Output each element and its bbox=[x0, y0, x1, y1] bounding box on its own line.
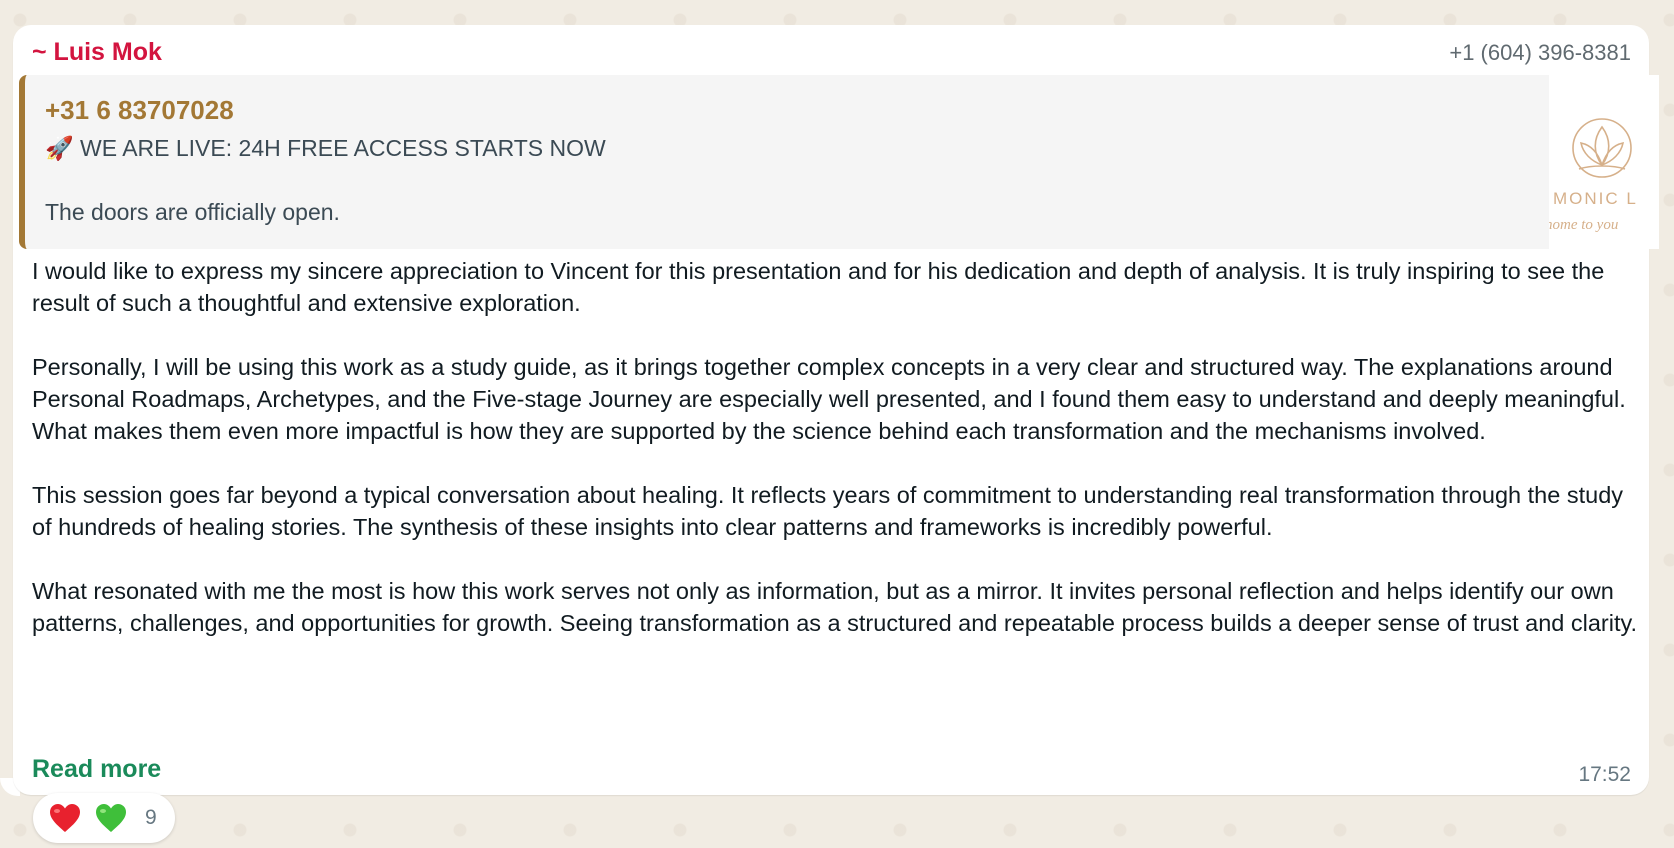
thumb-brand-text: MONIC L bbox=[1553, 189, 1638, 208]
message-paragraph: Personally, I will be using this work as… bbox=[32, 354, 1626, 444]
sender-phone: +1 (604) 396-8381 bbox=[1449, 40, 1631, 65]
quoted-text-line2: The doors are officially open. bbox=[45, 199, 340, 225]
reactions-pill[interactable]: 9 bbox=[33, 793, 175, 843]
message-text: I would like to express my sincere appre… bbox=[32, 255, 1642, 671]
lotus-logo-icon: MONIC L home to you bbox=[1549, 118, 1638, 233]
reaction-count: 9 bbox=[145, 806, 157, 829]
quoted-message[interactable]: +31 6 83707028 🚀 WE ARE LIVE: 24H FREE A… bbox=[19, 75, 1549, 249]
quoted-text-line1: 🚀 WE ARE LIVE: 24H FREE ACCESS STARTS NO… bbox=[45, 135, 606, 161]
red-heart-icon bbox=[50, 804, 80, 832]
quoted-thumbnail[interactable]: MONIC L home to you bbox=[1549, 75, 1659, 249]
message-paragraph: What resonated with me the most is how t… bbox=[32, 578, 1638, 636]
sender-name[interactable]: ~ Luis Mok bbox=[32, 37, 162, 67]
message-bubble[interactable]: ~ Luis Mok +1 (604) 396-8381 +31 6 83707… bbox=[13, 25, 1659, 795]
thumb-tagline-text: home to you bbox=[1549, 217, 1618, 233]
message-timestamp: 17:52 bbox=[1578, 763, 1631, 786]
green-heart-icon bbox=[96, 804, 126, 832]
quoted-author: +31 6 83707028 bbox=[45, 95, 234, 125]
sender-row: ~ Luis Mok +1 (604) 396-8381 bbox=[32, 37, 1631, 67]
message-paragraph: I would like to express my sincere appre… bbox=[32, 258, 1605, 316]
read-more-link[interactable]: Read more bbox=[32, 753, 161, 785]
message-paragraph: This session goes far beyond a typical c… bbox=[32, 482, 1624, 540]
